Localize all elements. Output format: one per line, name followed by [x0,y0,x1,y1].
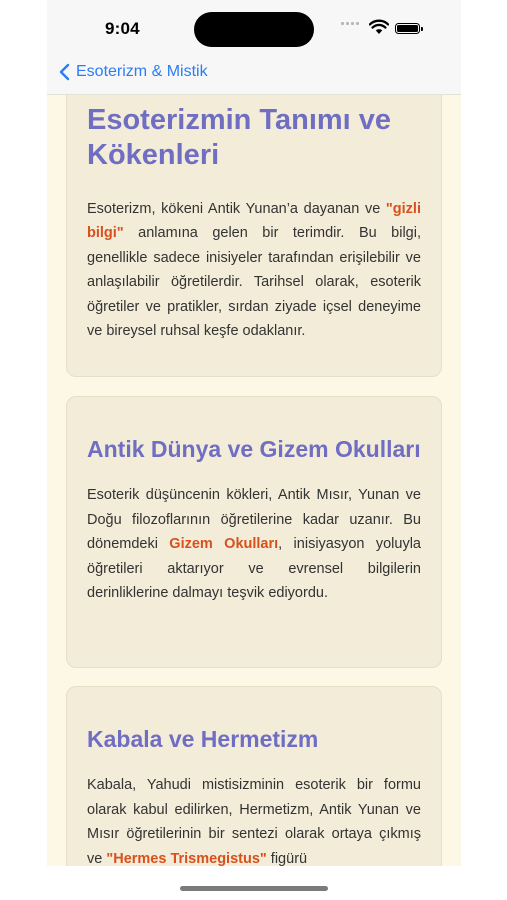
highlighted-term: "Hermes Trismegistus" [106,850,267,867]
cellular-signal-icon [341,22,359,25]
section-title: Kabala ve Hermetizm [87,726,319,752]
highlighted-term: Gizem Okulları [169,536,279,552]
dynamic-island [194,12,314,47]
status-bar: 9:04 [47,0,461,56]
section-card: Kabala ve Hermetizm Kabala, Yahudi misti… [66,686,442,866]
paragraph-text: Esoterizm, kökeni Antik Yunan’a dayanan … [87,200,386,217]
section-card: Antik Dünya ve Gizem Okulları Esoterik d… [66,396,442,668]
back-button[interactable]: Esoterizm & Mistik [59,63,208,81]
back-button-label: Esoterizm & Mistik [76,63,208,80]
paragraph-text: figürü [266,850,308,867]
chevron-left-icon [59,63,70,81]
section-paragraph: Kabala, Yahudi mistisizminin esoterik bi… [87,773,421,866]
phone-screen: 9:04 Esoterizm & Mistik Esoterizmin Tanı… [47,0,461,900]
home-indicator-area [47,866,461,900]
wifi-icon [369,19,389,34]
section-paragraph: Esoterik düşüncenin kökleri, Antik Mısır… [87,483,421,606]
section-title: Esoterizmin Tanımı ve Kökenleri [87,104,392,171]
section-title: Antik Dünya ve Gizem Okulları [87,436,421,462]
paragraph-text: anlamına gelen bir terimdir. Bu bilgi, g… [87,225,421,340]
navigation-bar: Esoterizm & Mistik [47,56,461,95]
status-time: 9:04 [105,19,140,38]
section-card: Esoterizmin Tanımı ve Kökenleri Esoteriz… [66,94,442,377]
home-indicator[interactable] [180,886,328,891]
article-content[interactable]: Esoterizmin Tanımı ve Kökenleri Esoteriz… [47,94,461,866]
section-paragraph: Esoterizm, kökeni Antik Yunan’a dayanan … [87,197,421,344]
battery-icon [395,23,423,34]
